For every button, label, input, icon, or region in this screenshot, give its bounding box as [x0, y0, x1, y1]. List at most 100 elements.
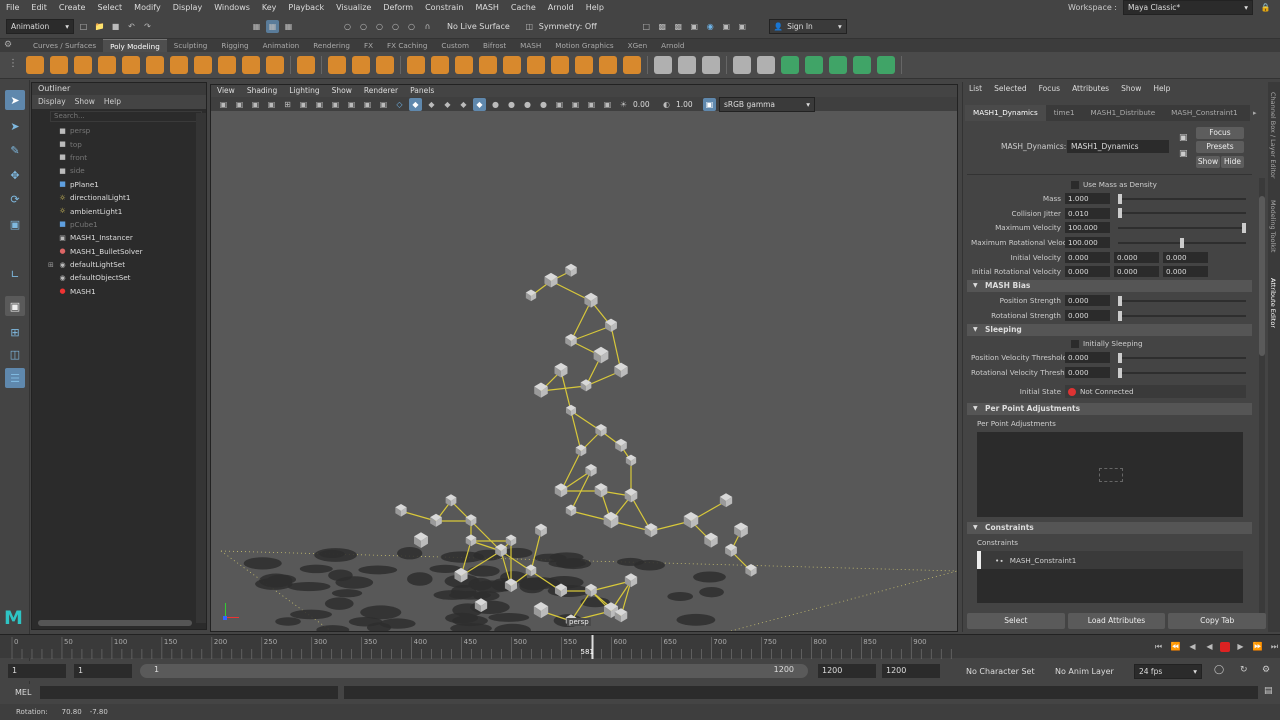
- cylinder-icon[interactable]: [74, 56, 92, 74]
- outliner-item[interactable]: ◉ defaultObjectSet: [32, 271, 206, 284]
- shelf-tab-fx[interactable]: FX: [357, 39, 380, 52]
- shelf-tab-animation[interactable]: Animation: [256, 39, 307, 52]
- auto-key-icon[interactable]: ◯: [1214, 665, 1224, 675]
- paint-select-icon[interactable]: ✎: [5, 140, 25, 160]
- anim-start-field[interactable]: 1: [74, 664, 132, 678]
- color-management-icon[interactable]: ▣: [703, 97, 716, 111]
- viewport-menu-renderer[interactable]: Renderer: [364, 85, 398, 97]
- field-value[interactable]: 100.000: [1065, 222, 1110, 234]
- initial-rot-velocity-x[interactable]: 0.000: [1065, 266, 1110, 277]
- outliner-item[interactable]: ■ front: [32, 151, 206, 164]
- magnet-icon[interactable]: ∩: [421, 20, 434, 33]
- merge-icon[interactable]: [551, 56, 569, 74]
- ae-menu-focus[interactable]: Focus: [1039, 84, 1060, 96]
- shelf-tab-rigging[interactable]: Rigging: [214, 39, 255, 52]
- time-ruler[interactable]: 0 50 100 150 200 250 300 350 400 450 500 550 600 650 7…: [0, 635, 960, 659]
- menu-deform[interactable]: Deform: [377, 0, 419, 15]
- super-shape-icon[interactable]: [218, 56, 236, 74]
- shelf-tab-fx-caching[interactable]: FX Caching: [380, 39, 434, 52]
- outliner-item[interactable]: ■ persp: [32, 124, 206, 137]
- symmetry-label[interactable]: Symmetry: Off: [539, 22, 637, 31]
- shelf-tab-motion-graphics[interactable]: Motion Graphics: [548, 39, 620, 52]
- shelf-menu-icon[interactable]: ⚙: [4, 40, 18, 52]
- film-gate-icon[interactable]: ▣: [297, 98, 310, 111]
- per-point-section[interactable]: Per Point Adjustments: [967, 403, 1252, 415]
- mirror-icon[interactable]: [623, 56, 641, 74]
- append-icon[interactable]: [479, 56, 497, 74]
- safe-title-icon[interactable]: ▣: [377, 98, 390, 111]
- anim-end-field[interactable]: 1200: [818, 664, 876, 678]
- ae-tab[interactable]: time1: [1046, 105, 1083, 121]
- auto-uv-icon[interactable]: [678, 56, 696, 74]
- attribute-editor-scrollbar[interactable]: [1259, 178, 1265, 618]
- play-backward-icon[interactable]: ◀: [1203, 640, 1216, 653]
- step-back-key-icon[interactable]: ⏪: [1169, 640, 1182, 653]
- viewport-panel[interactable]: View Shading Lighting Show Renderer Panels ▣ …: [210, 84, 958, 632]
- shelf-tab-rendering[interactable]: Rendering: [306, 39, 357, 52]
- attribute-editor-tab[interactable]: Attribute Editor: [1269, 278, 1277, 328]
- mash-bias-section[interactable]: MASH Bias: [967, 280, 1252, 292]
- ae-menu-help[interactable]: Help: [1153, 84, 1170, 96]
- tab-scroll-right-icon[interactable]: ▸: [1253, 109, 1257, 117]
- go-to-end-icon[interactable]: ⏭: [1268, 640, 1280, 653]
- render-settings-icon[interactable]: ▣: [688, 20, 701, 33]
- select-object-icon[interactable]: ▦: [266, 20, 279, 33]
- hypershade-icon[interactable]: ◉: [704, 20, 717, 33]
- initial-state-field[interactable]: Not Connected: [1065, 385, 1246, 398]
- viewport-menu-show[interactable]: Show: [332, 85, 352, 97]
- xray-icon[interactable]: ▣: [569, 98, 582, 111]
- pos-vel-threshold-slider[interactable]: [1118, 352, 1246, 363]
- open-scene-icon[interactable]: 📁: [93, 20, 106, 33]
- snap-curve-icon[interactable]: ○: [357, 20, 370, 33]
- wireframe-icon[interactable]: ◇: [393, 98, 406, 111]
- collider-icon[interactable]: [757, 56, 775, 74]
- load-input-icon[interactable]: ▣: [1179, 133, 1188, 143]
- workspace-dropdown[interactable]: Maya Classic* ▾: [1123, 0, 1253, 15]
- outliner-item[interactable]: ■ pCube1: [32, 218, 206, 231]
- fill-hole-icon[interactable]: [503, 56, 521, 74]
- command-input[interactable]: [40, 686, 338, 699]
- initial-velocity-z[interactable]: 0.000: [1163, 252, 1208, 263]
- camera-select-icon[interactable]: ▣: [217, 98, 230, 111]
- bookmark-icon[interactable]: ▣: [249, 98, 262, 111]
- initial-velocity-y[interactable]: 0.000: [1114, 252, 1159, 263]
- step-back-frame-icon[interactable]: ◀: [1186, 640, 1199, 653]
- initial-rot-velocity-y[interactable]: 0.000: [1114, 266, 1159, 277]
- go-to-start-icon[interactable]: ⏮: [1152, 640, 1165, 653]
- ae-tab[interactable]: MASH1_Distribute: [1083, 105, 1164, 121]
- menu-cache[interactable]: Cache: [505, 0, 542, 15]
- outliner-scrollbar[interactable]: [196, 113, 206, 623]
- lasso-tool-icon[interactable]: ➤: [5, 116, 25, 136]
- menu-display[interactable]: Display: [167, 0, 209, 15]
- smooth-icon[interactable]: [328, 56, 346, 74]
- fps-dropdown[interactable]: 24 fps ▾: [1134, 664, 1202, 679]
- two-view-layout-icon[interactable]: ◫: [5, 344, 25, 364]
- isolate-select-icon[interactable]: ▣: [553, 98, 566, 111]
- last-tool-icon[interactable]: ∟: [5, 264, 25, 284]
- ambient-occlusion-icon[interactable]: ●: [489, 98, 502, 111]
- outliner-item[interactable]: ■ side: [32, 164, 206, 177]
- position-strength-slider[interactable]: [1118, 295, 1246, 306]
- select-component-icon[interactable]: ▦: [282, 20, 295, 33]
- menu-edit[interactable]: Edit: [25, 0, 53, 15]
- average-icon[interactable]: [376, 56, 394, 74]
- rotational-strength-field[interactable]: 0.000: [1065, 310, 1110, 321]
- outliner-menu-help[interactable]: Help: [104, 95, 121, 109]
- gamma-field[interactable]: 1.00: [676, 100, 700, 109]
- channel-box-tab[interactable]: Channel Box / Layer Editor: [1269, 92, 1277, 179]
- initially-sleeping-checkbox[interactable]: [1071, 340, 1079, 348]
- rot-vel-threshold-field[interactable]: 0.000: [1065, 367, 1110, 378]
- menu-constrain[interactable]: Constrain: [419, 0, 469, 15]
- field-slider[interactable]: [1118, 237, 1246, 248]
- constraint-list-item[interactable]: •∙ MASH_Constraint1: [977, 551, 1243, 569]
- node-name-field[interactable]: MASH1_Dynamics: [1067, 140, 1169, 153]
- motion-blur-icon[interactable]: ●: [505, 98, 518, 111]
- disc-icon[interactable]: [170, 56, 188, 74]
- textured-icon[interactable]: ◆: [441, 98, 454, 111]
- snap-point-icon[interactable]: ○: [373, 20, 386, 33]
- outliner-item[interactable]: ⊞ ◉ defaultLightSet: [32, 258, 206, 271]
- xray-joints-icon[interactable]: ▣: [585, 98, 598, 111]
- end-time-field[interactable]: 1200: [882, 664, 940, 678]
- focus-button[interactable]: Focus: [1196, 127, 1244, 139]
- extrude-icon[interactable]: [407, 56, 425, 74]
